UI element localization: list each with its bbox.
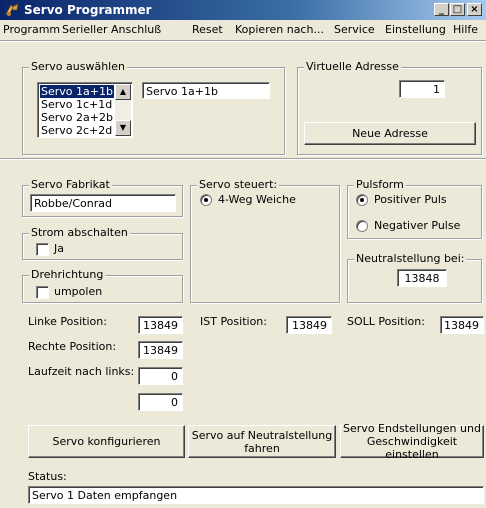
fabrikat-field[interactable]: Robbe/Conrad [30, 194, 176, 212]
app-icon [5, 3, 19, 16]
umpolen-checkbox[interactable] [36, 286, 49, 299]
positiver-puls-label: Positiver Puls [374, 193, 447, 206]
strom-legend: Strom abschalten [29, 226, 130, 239]
ist-position-label: IST Position: [200, 315, 267, 328]
negativer-puls-radio[interactable] [356, 220, 368, 232]
linke-position-label: Linke Position: [28, 315, 107, 328]
servo-list-scrollbar[interactable]: ▲ ▼ [115, 84, 131, 136]
linke-position-field[interactable]: 13849 [138, 316, 183, 334]
laufzeit-label: Laufzeit nach links: [28, 365, 135, 378]
pulsform-legend: Pulsform [354, 178, 406, 191]
laufzeit-field[interactable]: 0 [138, 367, 183, 385]
servo-konfigurieren-label: Servo konfigurieren [52, 435, 161, 448]
maximize-button[interactable]: □ [450, 3, 465, 16]
menu-serieller-anschluss[interactable]: Serieller Anschluß [62, 23, 161, 36]
servo-konfigurieren-button[interactable]: Servo konfigurieren [28, 425, 185, 458]
servo-list-item[interactable]: Servo 1a+1b [40, 85, 114, 98]
rechte-position-label: Rechte Position: [28, 340, 117, 353]
neutral-fahren-label-1: Servo auf Neutralstellung [191, 428, 333, 442]
window-title: Servo Programmer [24, 3, 152, 17]
virtual-address-legend: Virtuelle Adresse [304, 60, 401, 73]
scroll-down-icon[interactable]: ▼ [115, 120, 131, 136]
endstellungen-label-1: Servo Endstellungen und [343, 422, 481, 435]
drehrichtung-legend: Drehrichtung [29, 268, 106, 281]
neutral-fahren-button[interactable]: Servo auf Neutralstellung fahren [188, 425, 336, 458]
menu-service[interactable]: Service [334, 23, 375, 36]
servo-name-field[interactable]: Servo 1a+1b [142, 82, 270, 99]
status-label: Status: [28, 470, 67, 483]
servo-list-item[interactable]: Servo 1c+1d [40, 98, 113, 111]
menu-einstellung[interactable]: Einstellung [385, 23, 446, 36]
weiche-radio-label: 4-Weg Weiche [218, 193, 296, 206]
virtual-address-field[interactable]: 1 [399, 80, 445, 98]
soll-position-label: SOLL Position: [347, 315, 425, 328]
positiver-puls-radio[interactable] [356, 194, 368, 206]
minimize-button[interactable]: _ [434, 3, 449, 16]
menu-hilfe[interactable]: Hilfe [453, 23, 478, 36]
weiche-radio[interactable] [200, 194, 212, 206]
neutral-legend: Neutralstellung bei: [354, 252, 467, 265]
laufzeit-extra-field[interactable]: 0 [138, 393, 183, 411]
strom-checkbox[interactable] [36, 243, 49, 256]
servo-select-legend: Servo auswählen [29, 60, 127, 73]
servo-list-item[interactable]: Servo 2c+2d [40, 124, 113, 137]
ist-position-field[interactable]: 13849 [286, 316, 332, 334]
rechte-position-field[interactable]: 13849 [138, 341, 183, 359]
servo-list-item[interactable]: Servo 2a+2b [40, 111, 114, 124]
menu-reset[interactable]: Reset [192, 23, 223, 36]
scroll-up-icon[interactable]: ▲ [115, 84, 131, 100]
endstellungen-button[interactable]: Servo Endstellungen und Geschwindigkeit … [340, 422, 484, 461]
neutral-fahren-label-2: fahren [244, 441, 280, 455]
title-bar[interactable]: Servo Programmer _ □ × [0, 0, 486, 20]
main-window: Servo Programmer _ □ × Programm Serielle… [0, 0, 486, 508]
fabrikat-legend: Servo Fabrikat [29, 178, 112, 191]
menu-programm[interactable]: Programm [3, 23, 60, 36]
menu-separator [0, 40, 486, 42]
endstellungen-label-2: Geschwindigkeit einstellen [366, 435, 458, 461]
servo-listbox[interactable]: Servo 1a+1b Servo 1c+1d Servo 2a+2b Serv… [37, 82, 133, 138]
soll-position-field[interactable]: 13849 [440, 316, 484, 334]
status-field: Servo 1 Daten empfangen [28, 486, 484, 504]
new-address-button[interactable]: Neue Adresse [304, 122, 476, 145]
menu-kopieren[interactable]: Kopieren nach... [235, 23, 324, 36]
umpolen-checkbox-label: umpolen [54, 285, 103, 298]
menu-bar: Programm Serieller Anschluß Reset Kopier… [0, 20, 486, 40]
strom-checkbox-label: Ja [54, 242, 64, 255]
steuert-legend: Servo steuert: [197, 178, 280, 191]
negativer-puls-label: Negativer Pulse [374, 219, 461, 232]
neutral-field[interactable]: 13848 [397, 269, 447, 287]
close-button[interactable]: × [467, 3, 482, 16]
section-separator [0, 158, 486, 160]
